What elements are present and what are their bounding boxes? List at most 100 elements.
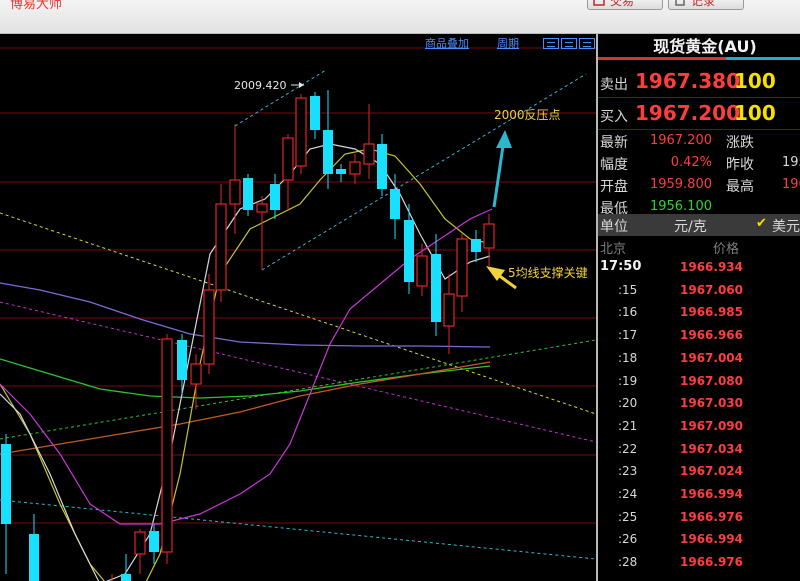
sell-volume: 100 xyxy=(734,69,776,93)
tick-time: :24 xyxy=(618,487,638,501)
candle-down xyxy=(310,96,320,130)
candle-up xyxy=(229,179,241,205)
tick-price: 1966.976 xyxy=(680,509,744,524)
stat-label: 昨收 xyxy=(726,157,754,173)
chart-nav-button-1[interactable] xyxy=(543,38,559,49)
candle-down xyxy=(404,220,414,282)
sell-quote-row[interactable]: 卖出 1967.380 100 xyxy=(598,67,800,97)
candle-up xyxy=(416,255,428,287)
currency-check-icon[interactable]: ✔ xyxy=(756,216,767,231)
chart-nav-button-3[interactable] xyxy=(579,38,595,49)
ma60-line xyxy=(0,358,491,399)
trendline-cyan-lower xyxy=(0,499,596,560)
tick-row[interactable]: :24 1966.994 xyxy=(598,483,800,506)
overlay-symbol-link[interactable]: 商品叠加 xyxy=(425,37,469,50)
tick-time: :25 xyxy=(618,509,638,524)
stat-row: 幅度 0.42% 昨收 195 xyxy=(598,152,800,174)
kline-chart[interactable]: 2009.420 2000反压点 5均线支撑关键 商品叠加 周期 xyxy=(0,34,596,581)
ma10-line xyxy=(0,148,493,581)
tick-row[interactable]: :19 1967.080 xyxy=(598,370,800,393)
candle-up xyxy=(443,293,455,327)
app-title: 博易大师 xyxy=(10,0,63,12)
record-button-label: 记录 xyxy=(691,0,716,8)
tick-time: :28 xyxy=(618,555,638,570)
unit-row: 单位 元/克 ✔ 美元 xyxy=(598,214,800,236)
candle-down xyxy=(270,184,280,210)
candle-up xyxy=(190,363,202,385)
tick-time: :17 xyxy=(618,328,638,343)
period-link[interactable]: 周期 xyxy=(497,37,519,50)
tick-row[interactable]: :21 1967.090 xyxy=(598,415,800,438)
tick-time: :18 xyxy=(618,350,638,365)
sell-price: 1967.380 xyxy=(635,69,741,93)
chart-nav-button-2[interactable] xyxy=(561,38,577,49)
trade-icon xyxy=(593,0,605,6)
stat-row: 最新 1967.200 涨跌 xyxy=(598,130,800,152)
buy-price: 1967.200 xyxy=(635,101,741,125)
tick-price: 1967.080 xyxy=(680,373,744,388)
candle-down xyxy=(177,340,187,380)
candle-down xyxy=(1,444,11,524)
tick-row[interactable]: :26 1966.994 xyxy=(598,528,800,551)
unit-label: 单位 xyxy=(600,219,628,235)
stat-value: 196 xyxy=(782,177,800,192)
buy-volume: 100 xyxy=(734,101,776,125)
tick-price: 1967.090 xyxy=(680,418,744,433)
candle-up xyxy=(161,338,173,553)
unit-value: 元/克 xyxy=(674,219,707,235)
record-icon xyxy=(675,0,685,6)
tick-time: 17:50 xyxy=(600,259,642,274)
trendline-yellow xyxy=(0,212,596,415)
resistance-label: 2000反压点 xyxy=(494,108,561,122)
currency-label[interactable]: 美元 xyxy=(772,216,800,236)
ticks-header-location: 北京 xyxy=(600,242,627,257)
candle-down xyxy=(149,531,159,552)
tick-row[interactable]: :15 1967.060 xyxy=(598,279,800,302)
tick-price: 1966.976 xyxy=(680,555,744,570)
tick-time: :19 xyxy=(618,373,638,388)
tick-row[interactable]: :18 1967.004 xyxy=(598,347,800,370)
stat-value: 1956.100 xyxy=(649,199,712,214)
candlestick-series xyxy=(1,90,495,581)
tick-price: 1966.994 xyxy=(680,532,744,547)
record-button[interactable]: 记录 xyxy=(668,0,744,10)
tick-price: 1967.034 xyxy=(680,441,744,456)
candle-down xyxy=(431,254,441,322)
trade-button[interactable]: 交易 xyxy=(587,0,663,10)
kline-chart-canvas[interactable]: 2009.420 2000反压点 5均线支撑关键 xyxy=(0,34,596,581)
candle-down xyxy=(471,239,481,252)
candle-down xyxy=(377,144,387,189)
stat-label: 开盘 xyxy=(600,179,628,195)
candle-up xyxy=(282,137,294,181)
tick-row[interactable]: :16 1966.985 xyxy=(598,301,800,324)
resistance-arrowhead xyxy=(496,130,512,148)
peak-marker-arrowhead xyxy=(299,82,304,88)
candle-down xyxy=(390,189,400,219)
stat-label: 最新 xyxy=(600,135,628,151)
tick-time: :16 xyxy=(618,305,638,320)
quote-separator xyxy=(598,97,800,98)
stat-label: 涨跌 xyxy=(726,135,754,151)
stat-label: 幅度 xyxy=(600,157,628,173)
tick-row[interactable]: :28 1966.976 xyxy=(598,551,800,574)
stat-row: 开盘 1959.800 最高 196 xyxy=(598,174,800,196)
tick-price: 1967.060 xyxy=(680,282,744,297)
tick-time: :26 xyxy=(618,532,638,547)
ticks-header: 北京 价格 xyxy=(598,238,800,257)
tick-price: 1967.004 xyxy=(680,350,744,365)
tick-row[interactable]: :22 1967.034 xyxy=(598,438,800,461)
tick-row[interactable]: :20 1967.030 xyxy=(598,392,800,415)
stat-value: 195 xyxy=(782,155,800,170)
tick-row[interactable]: :17 1966.966 xyxy=(598,324,800,347)
tick-time: :21 xyxy=(618,418,638,433)
tick-row[interactable]: :23 1967.024 xyxy=(598,460,800,483)
tick-row[interactable]: :25 1966.976 xyxy=(598,506,800,529)
tick-row[interactable]: 17:50 1966.934 xyxy=(598,256,800,279)
tick-time: :22 xyxy=(618,441,638,456)
stat-label: 最高 xyxy=(726,179,754,195)
tick-price: 1967.024 xyxy=(680,464,744,479)
candle-up xyxy=(456,238,468,297)
tick-price: 1966.994 xyxy=(680,487,744,501)
buy-quote-row[interactable]: 买入 1967.200 100 xyxy=(598,99,800,129)
stat-value: 1967.200 xyxy=(649,133,712,148)
